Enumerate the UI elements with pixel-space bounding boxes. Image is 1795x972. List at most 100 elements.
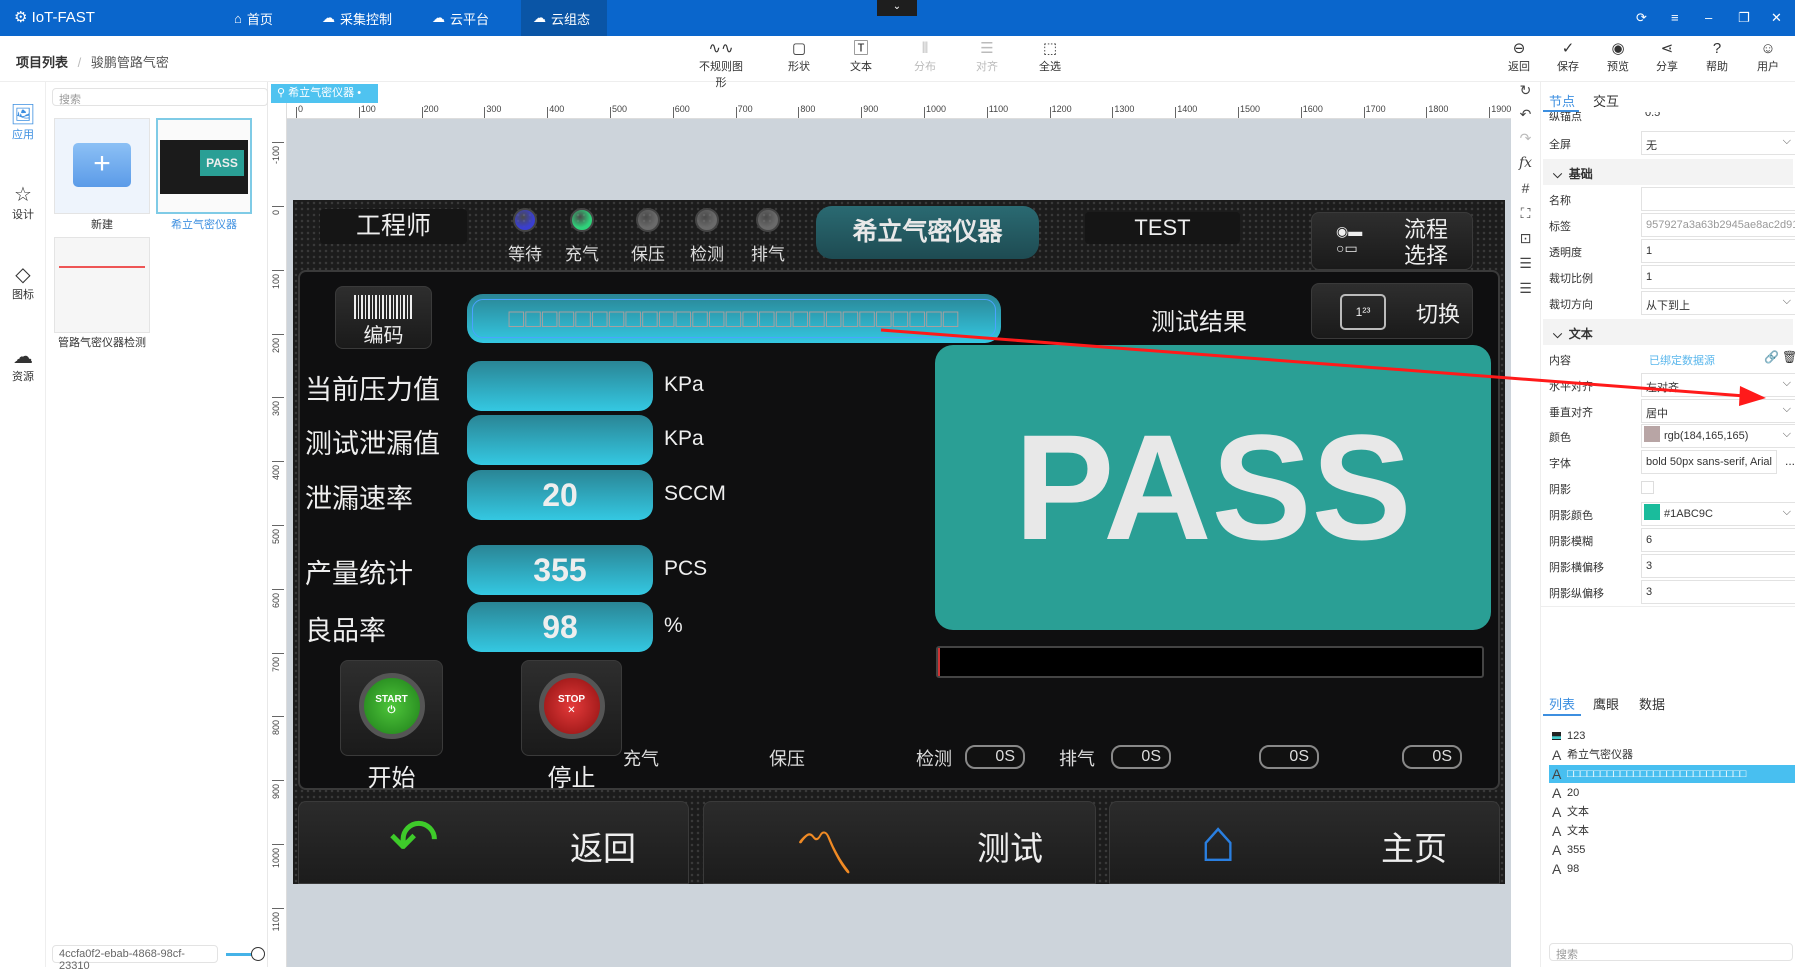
- app-title: IoT-FAST: [31, 9, 95, 26]
- tool-1[interactable]: ▢ 形状: [774, 40, 824, 74]
- tool-5[interactable]: ⬚ 全选: [1025, 40, 1075, 74]
- start-button[interactable]: START ⏻: [340, 660, 443, 756]
- barcode-text-selected[interactable]: □□□□□□□□□□□□□□□□□□□□□□□□□□□: [467, 294, 1001, 343]
- link-icon[interactable]: 🔗: [1764, 350, 1779, 364]
- timer-value: 0S: [1259, 745, 1319, 769]
- nav-collect-control[interactable]: ☁ 采集控制: [310, 0, 404, 36]
- indent-right-icon[interactable]: ☰: [1511, 255, 1540, 272]
- font-more-button[interactable]: ...: [1785, 454, 1795, 468]
- nav-button-0[interactable]: ↶ 返回: [298, 801, 689, 884]
- anchor-y-input[interactable]: 0.5: [1641, 112, 1794, 126]
- nav-home[interactable]: ⌂ 首页: [222, 0, 285, 36]
- tab-interaction[interactable]: 交互: [1593, 91, 1619, 110]
- zoom-slider-handle[interactable]: [251, 947, 265, 961]
- action-3[interactable]: ⋖ 分享: [1642, 40, 1692, 74]
- card-xili-instrument[interactable]: PASS: [156, 118, 252, 214]
- tab-data[interactable]: 数据: [1639, 694, 1665, 713]
- tab-list[interactable]: 列表: [1549, 694, 1575, 713]
- card-pipeline-test[interactable]: [54, 237, 150, 333]
- row-value: 98: [467, 602, 653, 652]
- halign-select[interactable]: 左对齐 ⌵: [1641, 373, 1795, 397]
- layer-search-input[interactable]: 搜索: [1549, 943, 1793, 961]
- section-text[interactable]: ⌵ 文本: [1543, 319, 1793, 345]
- stage-light-4: [756, 208, 780, 232]
- font-input[interactable]: bold 50px sans-serif, Arial: [1641, 450, 1777, 474]
- shadow-offset-x-input[interactable]: 3: [1641, 554, 1795, 578]
- rail-icons[interactable]: ◇ 图标: [0, 262, 46, 302]
- nav-cloud-platform[interactable]: ☁ 云平台: [420, 0, 501, 36]
- valign-select[interactable]: 居中 ⌵: [1641, 399, 1795, 423]
- breadcrumb-root[interactable]: 项目列表: [16, 55, 68, 70]
- fit-screen-icon[interactable]: ⛶: [1511, 205, 1540, 222]
- action-5[interactable]: ☺ 用户: [1743, 40, 1793, 74]
- progress-bar: [936, 646, 1484, 678]
- layer-item[interactable]: A 文本: [1549, 822, 1795, 840]
- rotate-icon[interactable]: ↻: [1511, 82, 1540, 99]
- layer-item[interactable]: A 20: [1549, 784, 1795, 802]
- layer-item[interactable]: A 355: [1549, 841, 1795, 859]
- action-2[interactable]: ◉ 预览: [1593, 40, 1643, 74]
- layer-item[interactable]: A 希立气密仪器: [1549, 746, 1795, 764]
- layer-item[interactable]: A 文本: [1549, 803, 1795, 821]
- name-input[interactable]: [1641, 187, 1795, 211]
- collapse-toggle[interactable]: ⌄: [877, 0, 917, 16]
- ruler-label: 900: [863, 104, 879, 114]
- layer-item[interactable]: ▬ 123: [1549, 727, 1795, 745]
- minimize-button[interactable]: –: [1705, 10, 1712, 25]
- menu-icon[interactable]: ≡: [1671, 10, 1679, 25]
- data-binding-link[interactable]: 已绑定数据源: [1649, 352, 1715, 368]
- opacity-input[interactable]: 1: [1641, 239, 1795, 263]
- tool-4[interactable]: ☰ 对齐: [962, 40, 1012, 74]
- ruler-label: 700: [737, 104, 753, 114]
- tool-2[interactable]: 🅃 文本: [836, 40, 886, 74]
- layer-item[interactable]: A 98: [1549, 860, 1795, 878]
- ruler-tick: [1049, 107, 1051, 118]
- grid-icon[interactable]: #: [1511, 180, 1540, 196]
- tool-3[interactable]: ⫴ 分布: [900, 40, 950, 74]
- tool-0[interactable]: ∿∿ 不规则图形: [696, 40, 746, 90]
- shadow-blur-input[interactable]: 6: [1641, 528, 1795, 552]
- shadow-offset-y-input[interactable]: 3: [1641, 580, 1795, 604]
- action-4[interactable]: ? 帮助: [1692, 40, 1742, 74]
- actual-size-icon[interactable]: ⊡: [1511, 230, 1540, 247]
- barcode-button[interactable]: 编码: [335, 286, 432, 349]
- flow-select-button[interactable]: ◉▬ ○▭ 流程 选择: [1311, 212, 1473, 270]
- refresh-icon[interactable]: ⟳: [1636, 10, 1647, 26]
- ruler-tick: [798, 107, 800, 118]
- fullscreen-select[interactable]: 无 ⌵: [1641, 131, 1795, 155]
- shadow-color-select[interactable]: #1ABC9C ⌵: [1641, 502, 1795, 526]
- rail-design[interactable]: ☆ 设计: [0, 182, 46, 222]
- rail-resources[interactable]: ☁ 资源: [0, 344, 46, 384]
- action-0[interactable]: ⊖ 返回: [1494, 40, 1544, 74]
- undo-icon[interactable]: ↶: [1511, 106, 1540, 123]
- canvas-tab[interactable]: ⚲ 希立气密仪器 •: [271, 84, 378, 103]
- redo-icon[interactable]: ↷: [1511, 130, 1540, 147]
- nav-cloud-scada[interactable]: ☁ 云组态: [521, 0, 607, 36]
- close-button[interactable]: ✕: [1771, 10, 1782, 26]
- project-search-input[interactable]: 搜索: [52, 88, 268, 106]
- tab-node[interactable]: 节点: [1549, 91, 1575, 110]
- layer-item[interactable]: A □□□□□□□□□□□□□□□□□□□□□□□□□□□: [1549, 765, 1795, 783]
- ruler-tick: [1238, 107, 1239, 118]
- indent-left-icon[interactable]: ☰: [1511, 280, 1540, 297]
- switch-button[interactable]: 1²³ 切换: [1311, 283, 1473, 339]
- card-new[interactable]: +: [54, 118, 150, 214]
- ruler-tick: [272, 588, 284, 590]
- tab-eagle-eye[interactable]: 鹰眼: [1593, 694, 1619, 713]
- section-basic[interactable]: ⌵ 基础: [1543, 159, 1793, 185]
- color-select[interactable]: rgb(184,165,165) ⌵: [1641, 424, 1795, 448]
- nav-button-2[interactable]: ⌂ 主页: [1109, 801, 1500, 884]
- action-1[interactable]: ✓ 保存: [1543, 40, 1593, 74]
- maximize-button[interactable]: ❐: [1738, 10, 1750, 26]
- function-icon[interactable]: fx: [1511, 155, 1540, 171]
- ruler-label: 500: [612, 104, 628, 114]
- stop-button[interactable]: STOP ✕: [521, 660, 622, 756]
- tag-input[interactable]: 957927a3a63b2945ae8ac2d91: [1641, 213, 1795, 237]
- shadow-checkbox[interactable]: [1641, 481, 1654, 494]
- crop-direction-select[interactable]: 从下到上 ⌵: [1641, 291, 1795, 315]
- nav-button-1[interactable]: 〽 测试: [703, 801, 1096, 884]
- crop-ratio-input[interactable]: 1: [1641, 265, 1795, 289]
- trash-icon[interactable]: 🗑: [1782, 350, 1795, 364]
- rail-apps[interactable]: 🖼 应用: [0, 102, 46, 142]
- id-field[interactable]: 4ccfa0f2-ebab-4868-98cf-23310: [52, 945, 218, 972]
